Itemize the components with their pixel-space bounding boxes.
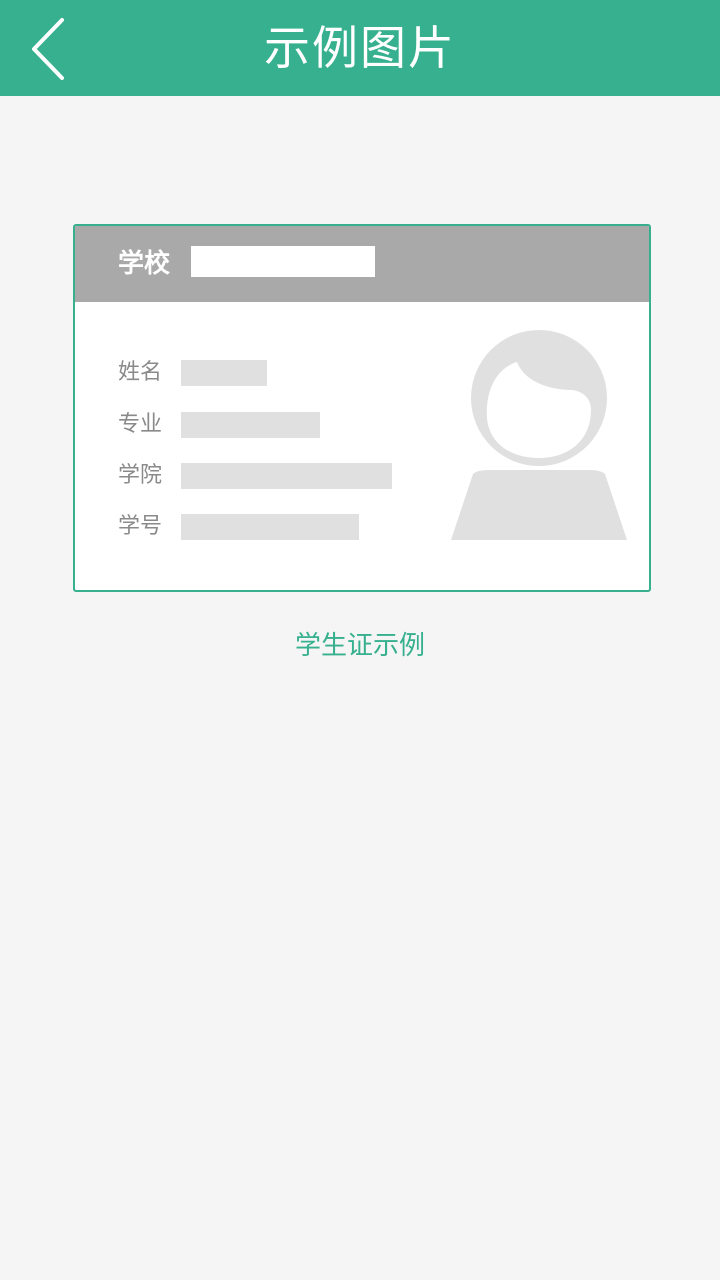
person-silhouette-icon <box>451 330 627 540</box>
student-id-card-example: 学校 姓名 专业 学院 学号 <box>73 224 651 592</box>
field-label-major: 专业 <box>118 412 163 437</box>
field-placeholder-student-id <box>181 514 359 540</box>
page-title: 示例图片 <box>264 21 456 75</box>
field-placeholder-college <box>181 463 392 489</box>
field-label-college: 学院 <box>118 463 163 488</box>
field-label-student-id: 学号 <box>118 514 163 539</box>
school-label: 学校 <box>118 249 171 279</box>
app-header: 示例图片 <box>0 0 720 96</box>
caption-student-card-example: 学生证示例 <box>294 631 425 661</box>
field-placeholder-name <box>181 360 267 386</box>
field-placeholder-major <box>181 412 320 438</box>
field-label-name: 姓名 <box>118 360 163 385</box>
card-header: 学校 <box>75 226 649 302</box>
school-placeholder-box <box>191 246 375 277</box>
avatar <box>451 328 627 540</box>
